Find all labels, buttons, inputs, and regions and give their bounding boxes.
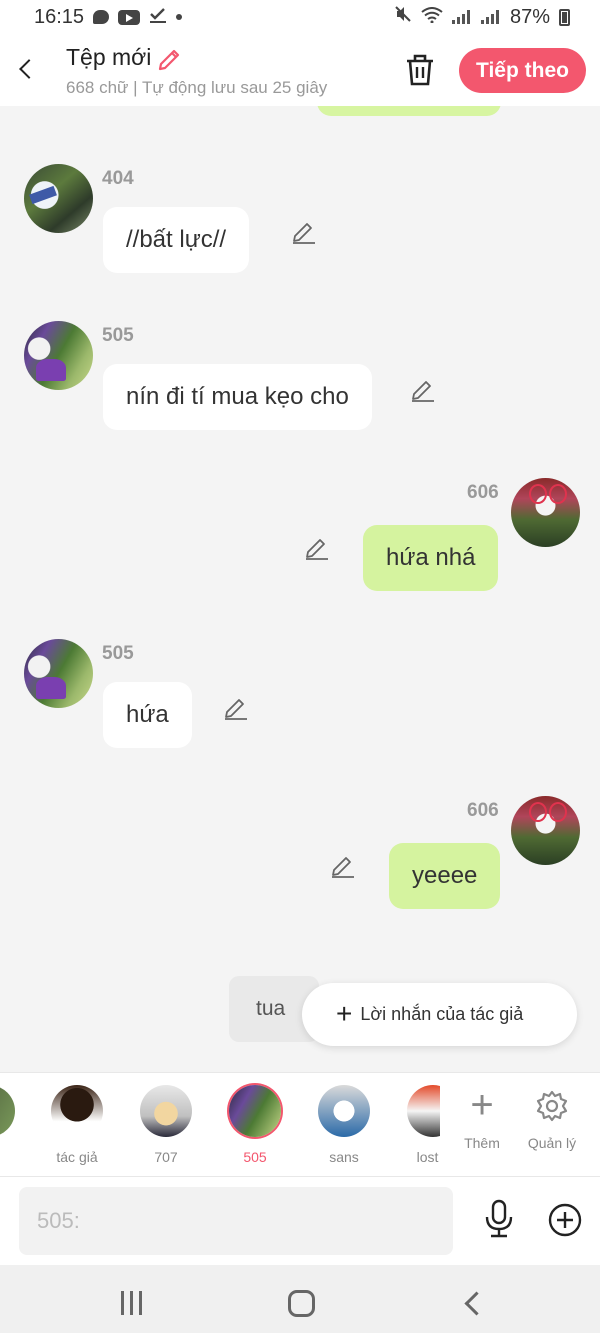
sender-name: 505 — [102, 643, 134, 664]
status-time: 16:15 — [34, 5, 85, 28]
character-label: lost s — [416, 1149, 440, 1165]
sender-name: 606 — [467, 800, 499, 821]
character-avatar — [51, 1085, 103, 1137]
notification-dot-icon — [176, 14, 183, 20]
author-note-button[interactable]: + Lời nhắn của tác giả — [302, 983, 577, 1046]
system-back-button[interactable] — [460, 1289, 484, 1317]
trash-icon[interactable] — [404, 52, 436, 88]
input-bar — [0, 1176, 600, 1265]
wifi-icon — [421, 6, 443, 29]
recent-apps-button[interactable] — [121, 1291, 147, 1315]
avatar-505[interactable] — [24, 639, 93, 708]
next-button[interactable]: Tiếp theo — [459, 48, 586, 93]
edit-pencil-icon[interactable] — [223, 694, 249, 720]
battery-icon — [559, 8, 570, 26]
youtube-icon — [118, 9, 141, 25]
editor-header: Tệp mới 668 chữ | Tự động lưu sau 25 giâ… — [0, 34, 600, 106]
character-lost[interactable]: lost s — [398, 1085, 440, 1165]
manage-characters-button[interactable]: Quản lý — [524, 1087, 580, 1151]
sender-name: 606 — [467, 482, 499, 503]
character-label: 505 — [243, 1149, 267, 1165]
character-avatar — [229, 1085, 281, 1137]
signal-icon — [451, 10, 472, 24]
task-check-icon — [149, 6, 167, 29]
sender-name: 404 — [102, 168, 134, 189]
character-avatar — [140, 1085, 192, 1137]
character-avatar — [0, 1085, 15, 1137]
avatar-606[interactable] — [511, 796, 580, 865]
character-label: sans — [329, 1149, 359, 1165]
rename-pencil-icon[interactable] — [157, 45, 183, 71]
character-partial[interactable] — [0, 1085, 24, 1149]
gear-icon — [524, 1087, 580, 1125]
add-character-button[interactable]: + Thêm — [454, 1083, 510, 1151]
chat-area[interactable]: 404 //bất lực// 505 nín đi tí mua kẹo ch… — [0, 106, 600, 1072]
character-list[interactable]: tác giả 707 505 sans lost s — [0, 1073, 440, 1177]
add-label: Thêm — [464, 1135, 500, 1151]
file-title: Tệp mới — [66, 44, 152, 70]
message-bubble[interactable]: hứa — [103, 682, 192, 748]
back-button[interactable] — [14, 54, 40, 84]
add-circle-icon[interactable] — [547, 1202, 583, 1238]
author-note-label: Lời nhắn của tác giả — [360, 1004, 524, 1024]
sender-name: 505 — [102, 325, 134, 346]
edit-pencil-icon[interactable] — [291, 218, 317, 244]
signal-icon-2 — [480, 10, 501, 24]
character-avatar — [407, 1085, 440, 1137]
message-bubble[interactable]: //bất lực// — [103, 207, 250, 273]
message-bubble[interactable]: hứa nhá — [363, 525, 499, 591]
character-707[interactable]: 707 — [131, 1085, 201, 1165]
avatar-505[interactable] — [24, 321, 93, 390]
plus-icon: + — [470, 1083, 494, 1127]
edit-pencil-icon[interactable] — [410, 376, 436, 402]
avatar-404[interactable] — [24, 164, 93, 233]
plus-icon: + — [336, 997, 353, 1029]
message-bubble[interactable]: yeeee — [389, 843, 501, 909]
status-bar: 16:15 87% — [0, 0, 600, 34]
system-nav-bar — [0, 1265, 600, 1333]
avatar-606[interactable] — [511, 478, 580, 547]
home-button[interactable] — [288, 1290, 315, 1317]
battery-percent: 87% — [509, 5, 550, 28]
character-bar: tác giả 707 505 sans lost s + Thêm Quản … — [0, 1072, 600, 1176]
manage-label: Quản lý — [527, 1135, 577, 1151]
message-bubble[interactable]: nín đi tí mua kẹo cho — [103, 364, 372, 430]
character-label: 707 — [154, 1149, 178, 1165]
character-tac-gia[interactable]: tác giả — [42, 1085, 112, 1165]
mute-icon — [394, 5, 412, 29]
message-input[interactable] — [19, 1187, 453, 1255]
edit-pencil-icon[interactable] — [304, 534, 330, 560]
word-count-autosave: 668 chữ | Tự động lưu sau 25 giây — [66, 78, 328, 97]
character-sans[interactable]: sans — [309, 1085, 379, 1165]
character-505[interactable]: 505 — [220, 1085, 290, 1165]
character-avatar — [318, 1085, 370, 1137]
previous-message-bubble[interactable] — [317, 106, 501, 116]
character-label: tác giả — [56, 1149, 98, 1165]
microphone-icon[interactable] — [483, 1199, 515, 1239]
edit-pencil-icon[interactable] — [330, 852, 356, 878]
messenger-icon — [93, 10, 110, 24]
